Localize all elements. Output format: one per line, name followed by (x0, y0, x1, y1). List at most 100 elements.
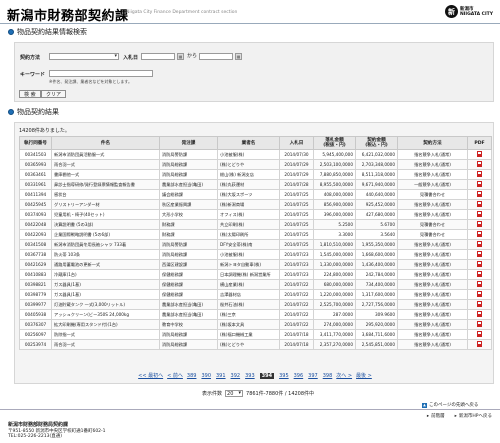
table-cell: 2014/07/28 (279, 179, 314, 190)
pdf-icon[interactable] (477, 171, 482, 177)
date-to-input[interactable] (199, 53, 233, 60)
table-cell: 242,784,0000 (355, 269, 398, 280)
pdf-icon[interactable] (477, 261, 482, 267)
table-cell: 指名競争入札(通常) (397, 279, 468, 290)
table-cell: 保健総務課 (159, 279, 218, 290)
table-cell: 1,436,400,0000 (355, 259, 398, 270)
table-cell: 5.2500 (313, 219, 356, 230)
table-cell: 指名競争入札(通常) (397, 199, 468, 210)
pdf-icon[interactable] (477, 181, 482, 187)
pdf-icon[interactable] (477, 221, 482, 227)
pager-page-link[interactable]: 395 (279, 373, 289, 379)
table-cell: オフィス(株) (217, 209, 280, 220)
table-cell: 2,503,100,0000 (313, 159, 356, 170)
keyword-input[interactable] (49, 70, 153, 77)
pdf-icon[interactable] (477, 321, 482, 327)
pdf-cell (467, 179, 492, 190)
footer-prev-link[interactable]: ▸ 前階層 (427, 413, 445, 420)
table-cell: 小池被服(株) (217, 149, 280, 160)
pdf-cell (467, 219, 492, 230)
search-button[interactable]: 検 索 (19, 90, 41, 98)
table-cell: 00422093 (19, 229, 52, 240)
pager-page-link[interactable]: 389 (187, 373, 197, 379)
calendar-icon[interactable]: ▦ (177, 53, 184, 60)
pagination: << 最初へ < 前へ 389 390 391 392 393 394 395 396 397 3… (19, 370, 491, 381)
date-from-input[interactable] (141, 53, 175, 60)
pager-pages: 389 390 391 392 393 394 395 396 397 398 (187, 372, 333, 379)
pager-page-link[interactable]: 392 (231, 373, 241, 379)
pdf-cell (467, 269, 492, 280)
pager-page-link[interactable]: 390 (201, 373, 211, 379)
pager-first-link[interactable]: << 最初へ (138, 372, 163, 379)
calendar-icon[interactable]: ▦ (235, 53, 242, 60)
pager-prev-link[interactable]: < 前へ (167, 372, 183, 379)
table-row: 00411394 感状台 議会総務課 (株)大坂スポーツ 2014/07/25 408,0… (19, 189, 492, 200)
pdf-cell (467, 159, 492, 170)
table-cell: 00363461 (19, 169, 52, 180)
pdf-icon[interactable] (477, 201, 482, 207)
column-header: 契約方法 (397, 136, 468, 150)
pdf-icon[interactable] (477, 211, 482, 217)
table-cell: 2014/07/23 (279, 249, 314, 260)
pager-page-link[interactable]: 393 (245, 373, 255, 379)
table-cell: 2,545,851,0000 (355, 339, 398, 350)
footer-top-link[interactable]: ▸ 新潟市HPへ戻る (455, 413, 492, 420)
pdf-icon[interactable] (477, 331, 482, 337)
pdf-cell (467, 319, 492, 330)
table-cell: 925,452,0000 (355, 199, 398, 210)
pager-page-link[interactable]: 396 (294, 373, 304, 379)
item-name-cell: グリストリーアンダー材 (51, 199, 160, 210)
item-name-cell: 企業国際戦略説明書 (5の6部) (51, 229, 160, 240)
pager-page-link[interactable]: 391 (216, 373, 226, 379)
table-cell: 2014/07/25 (279, 229, 314, 240)
table-row: 00341508 新潟市消防団員冬用長袖シャツ 733着 消防局警防課 DFY安全帯(… (19, 239, 492, 250)
pdf-icon[interactable] (477, 231, 482, 237)
pdf-cell (467, 249, 492, 260)
perpage-select[interactable]: 20 (225, 390, 244, 397)
table-cell: (株)三京 (217, 309, 280, 320)
site-title[interactable]: 新潟市財務部契約課 (7, 5, 129, 24)
item-name-cell: 決算説明書 (5の3部) (51, 219, 160, 230)
table-cell: 00376307 (19, 319, 52, 330)
table-cell: 指名競争入札(通常) (397, 319, 468, 330)
pdf-icon[interactable] (477, 301, 482, 307)
city-logo[interactable]: 新 新潟市 NIIGATA CITY (444, 5, 493, 18)
table-cell: 財務課 (159, 229, 218, 240)
pdf-icon[interactable] (477, 161, 482, 167)
method-select[interactable] (49, 53, 119, 60)
pdf-icon[interactable] (477, 281, 482, 287)
back-to-top-link[interactable]: ▲ このページの先頭へ戻る (422, 402, 478, 408)
pdf-icon[interactable] (477, 251, 482, 257)
column-header: PDF (467, 136, 492, 150)
table-cell: 秋区産業振興課 (159, 199, 218, 210)
footer-contact: 新潟市財務部財務局契約課 〒951-8550 新潟市中央区学校町通1番町602-… (8, 422, 106, 440)
item-name-cell: 防除指一式 (51, 329, 160, 340)
table-cell: 00331961 (19, 179, 52, 190)
pdf-icon[interactable] (477, 191, 482, 197)
pager-page-link[interactable]: 394 (259, 372, 275, 379)
table-row: 00363461 書庫棚他一式 消防局総務課 総山(株) 新潟支店 2014/07/29… (19, 169, 492, 180)
pager-page-link[interactable]: 397 (308, 373, 318, 379)
pager-next-link[interactable]: 次へ > (336, 372, 352, 379)
table-cell: 00411394 (19, 189, 52, 200)
pdf-cell (467, 199, 492, 210)
pdf-icon[interactable] (477, 271, 482, 277)
table-cell: 横山産業(株) (217, 279, 280, 290)
pager-page-link[interactable]: 398 (323, 373, 333, 379)
clear-button[interactable]: クリア (41, 90, 67, 98)
table-cell: 1,810,510,0000 (313, 239, 356, 250)
pdf-icon[interactable] (477, 341, 482, 347)
bullet-icon (8, 29, 14, 35)
footer-prev-text: 前階層 (431, 414, 445, 419)
table-cell: 大形小学校 (159, 209, 218, 220)
pager-last-link[interactable]: 最後 > (356, 372, 372, 379)
table-row: 00398779 ガス器具(1基) 保健総務課 吉澤器材店 2014/07/22 1,22… (19, 289, 492, 300)
pdf-icon[interactable] (477, 241, 482, 247)
pdf-icon[interactable] (477, 291, 482, 297)
table-cell: 00398779 (19, 289, 52, 300)
pdf-icon[interactable] (477, 151, 482, 157)
table-row: 00425945 グリストリーアンダー材 秋区産業振興課 (株)新潟商場 2014/07… (19, 199, 492, 210)
pdf-icon[interactable] (477, 311, 482, 317)
table-cell: 440,640,0000 (355, 189, 398, 200)
table-cell: 00421629 (19, 259, 52, 270)
